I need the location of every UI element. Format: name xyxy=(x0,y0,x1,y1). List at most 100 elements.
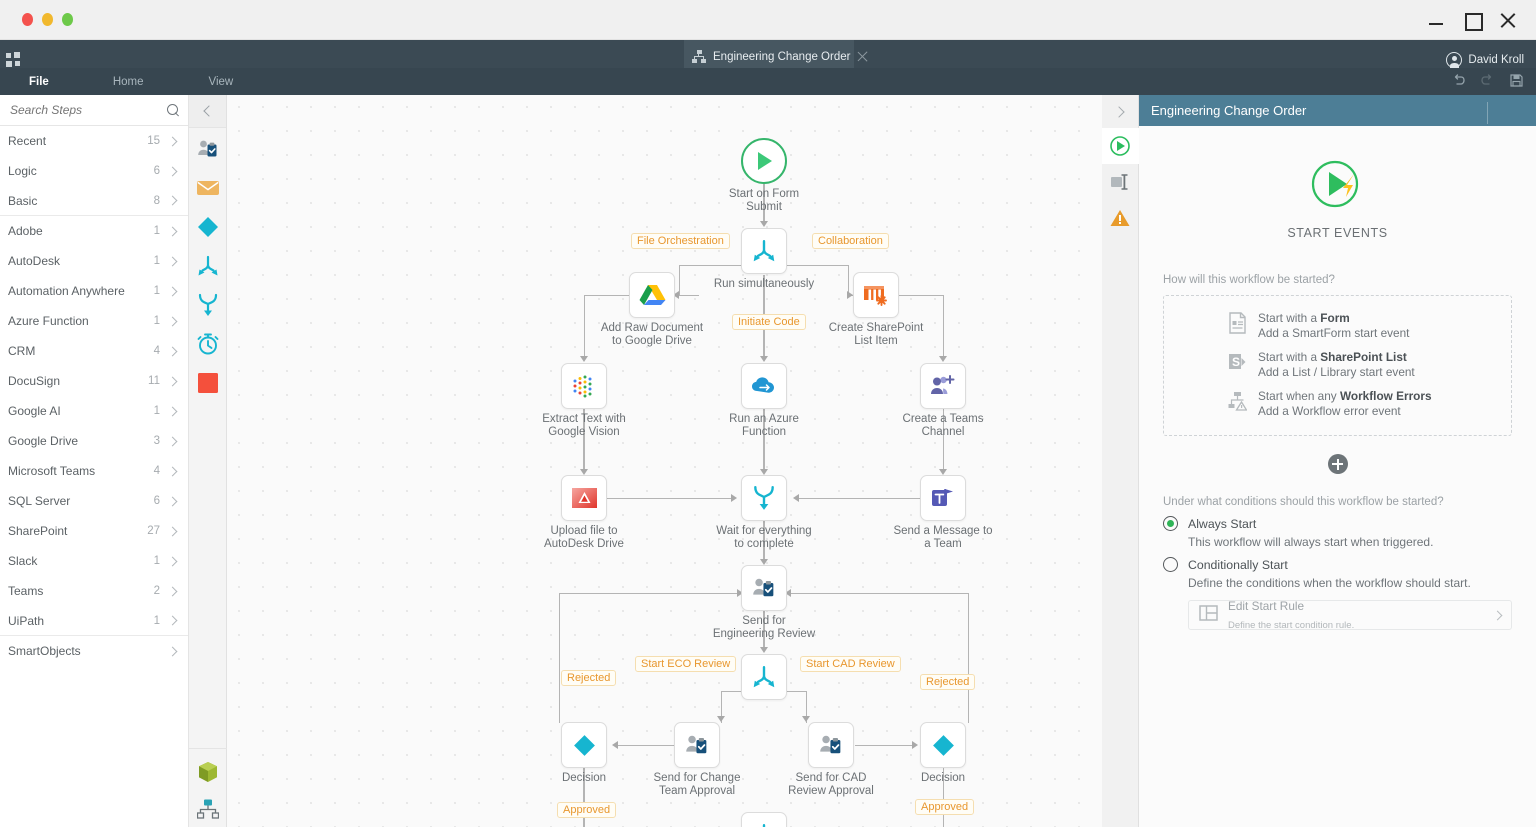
sidebar-item-count: 1 xyxy=(154,315,160,327)
parallel-split-icon xyxy=(751,823,777,827)
node-label: Send forEngineering Review xyxy=(679,615,849,641)
sidebar-item-basic[interactable]: Basic8 xyxy=(0,186,188,216)
close-traffic-light[interactable] xyxy=(22,13,33,26)
right-rail-tab-start-event[interactable] xyxy=(1102,128,1139,164)
minimize-icon[interactable] xyxy=(1428,12,1444,28)
search-icon[interactable] xyxy=(167,104,180,117)
sidebar-item-label: Adobe xyxy=(8,224,154,238)
node-shape xyxy=(561,475,607,521)
right-rail-tab-properties[interactable] xyxy=(1102,164,1139,200)
sidebar-item-label: Basic xyxy=(8,194,154,208)
sidebar-item-sql-server[interactable]: SQL Server6 xyxy=(0,486,188,516)
timer-icon[interactable] xyxy=(195,331,221,357)
stop-icon[interactable] xyxy=(195,370,221,396)
sidebar-item-count: 1 xyxy=(154,615,160,627)
undo-icon[interactable] xyxy=(1451,73,1466,88)
sidebar-item-automation-anywhere[interactable]: Automation Anywhere1 xyxy=(0,276,188,306)
radio-always-start[interactable] xyxy=(1163,516,1178,531)
connector-tag[interactable]: Collaboration xyxy=(812,233,889,249)
sidebar-item-recent[interactable]: Recent15 xyxy=(0,126,188,156)
connector xyxy=(968,593,969,723)
tool-rail-bottom xyxy=(189,748,227,827)
sidebar-item-logic[interactable]: Logic6 xyxy=(0,156,188,186)
edit-start-rule-button[interactable]: Edit Start Rule Define the start conditi… xyxy=(1188,600,1512,630)
email-icon[interactable] xyxy=(195,175,221,201)
expand-panel-button[interactable] xyxy=(1102,95,1138,128)
condition-conditionally-start[interactable]: Conditionally Start xyxy=(1163,557,1512,572)
menu-item-file[interactable]: File xyxy=(19,76,59,88)
parallel-split-icon[interactable] xyxy=(195,253,221,279)
sidebar-item-label: Google AI xyxy=(8,404,154,418)
decision-icon xyxy=(572,733,597,758)
workflow-error-icon xyxy=(1228,390,1248,412)
close-icon[interactable] xyxy=(1500,12,1516,28)
chevron-right-icon xyxy=(168,376,178,386)
chevron-right-icon xyxy=(168,136,178,146)
menu-item-view[interactable]: View xyxy=(199,76,244,88)
sidebar-item-label: CRM xyxy=(8,344,154,358)
collapse-panel-button[interactable] xyxy=(189,95,226,128)
connector-tag[interactable]: File Orchestration xyxy=(631,233,730,249)
workflow-canvas[interactable]: Start on FormSubmit Run simultaneously A… xyxy=(227,95,1102,827)
chevron-right-icon xyxy=(168,616,178,626)
sidebar-item-azure-function[interactable]: Azure Function1 xyxy=(0,306,188,336)
connector-tag[interactable]: Rejected xyxy=(920,674,975,690)
sidebar-item-slack[interactable]: Slack1 xyxy=(0,546,188,576)
decision-icon[interactable] xyxy=(195,214,221,240)
merge-icon[interactable] xyxy=(195,292,221,318)
condition-always-start[interactable]: Always Start xyxy=(1163,516,1512,531)
add-step-button[interactable] xyxy=(1500,103,1524,118)
connector-tag[interactable]: Start CAD Review xyxy=(800,656,901,672)
maximize-icon[interactable] xyxy=(1464,12,1480,28)
sidebar-item-uipath[interactable]: UiPath1 xyxy=(0,606,188,636)
sidebar-item-count: 1 xyxy=(154,405,160,417)
workflow-icon[interactable] xyxy=(195,797,221,823)
task-icon[interactable] xyxy=(195,136,221,162)
connector xyxy=(679,265,741,266)
sidebar-item-teams[interactable]: Teams2 xyxy=(0,576,188,606)
add-start-event-button[interactable] xyxy=(1163,454,1512,474)
sidebar-item-count: 4 xyxy=(154,465,160,477)
sidebar-item-google-drive[interactable]: Google Drive3 xyxy=(0,426,188,456)
search-bar xyxy=(0,95,188,126)
search-input[interactable] xyxy=(10,103,167,117)
sidebar-item-google-ai[interactable]: Google AI1 xyxy=(0,396,188,426)
connector-tag[interactable]: Start ECO Review xyxy=(635,656,736,672)
save-icon[interactable] xyxy=(1509,73,1524,88)
sidebar-item-adobe[interactable]: Adobe1 xyxy=(0,216,188,246)
smartobject-cube-icon[interactable] xyxy=(195,759,221,785)
node-shape xyxy=(674,722,720,768)
teams-add-icon xyxy=(930,374,956,398)
connector-tag[interactable]: Approved xyxy=(557,802,616,818)
radio-conditionally-start[interactable] xyxy=(1163,557,1178,572)
start-option-workflow-errors[interactable]: Start when any Workflow ErrorsAdd a Work… xyxy=(1164,384,1511,423)
connector-tag[interactable]: Approved xyxy=(915,799,974,815)
autodesk-icon xyxy=(571,487,598,509)
minimize-traffic-light[interactable] xyxy=(42,13,53,26)
sidebar-item-smartobjects[interactable]: SmartObjects xyxy=(0,636,188,666)
sidebar-item-count: 8 xyxy=(154,195,160,207)
menu-item-home[interactable]: Home xyxy=(103,76,154,88)
user-account[interactable]: David Kroll xyxy=(1446,52,1524,68)
sidebar-item-count: 11 xyxy=(148,375,160,387)
start-option-form[interactable]: Start with a FormAdd a SmartForm start e… xyxy=(1164,306,1511,345)
sidebar-item-label: UiPath xyxy=(8,614,154,628)
right-rail-tab-warning[interactable] xyxy=(1102,200,1139,236)
connector-tag[interactable]: Initiate Code xyxy=(732,314,806,330)
sidebar-item-microsoft-teams[interactable]: Microsoft Teams4 xyxy=(0,456,188,486)
parallel-split-icon xyxy=(751,665,777,689)
connector-tag[interactable]: Rejected xyxy=(561,670,616,686)
redo-icon[interactable] xyxy=(1480,73,1495,88)
node-shape xyxy=(561,722,607,768)
app-grid-icon[interactable] xyxy=(6,52,22,68)
maximize-traffic-light[interactable] xyxy=(62,13,73,26)
node-shape xyxy=(629,272,675,318)
os-title-bar xyxy=(0,0,1536,40)
sidebar-item-autodesk[interactable]: AutoDesk1 xyxy=(0,246,188,276)
chevron-right-icon xyxy=(168,196,178,206)
start-option-sharepoint-list[interactable]: S Start with a SharePoint ListAdd a List… xyxy=(1164,345,1511,384)
chevron-left-icon xyxy=(203,105,214,116)
sidebar-item-sharepoint[interactable]: SharePoint27 xyxy=(0,516,188,546)
sidebar-item-docusign[interactable]: DocuSign11 xyxy=(0,366,188,396)
sidebar-item-crm[interactable]: CRM4 xyxy=(0,336,188,366)
